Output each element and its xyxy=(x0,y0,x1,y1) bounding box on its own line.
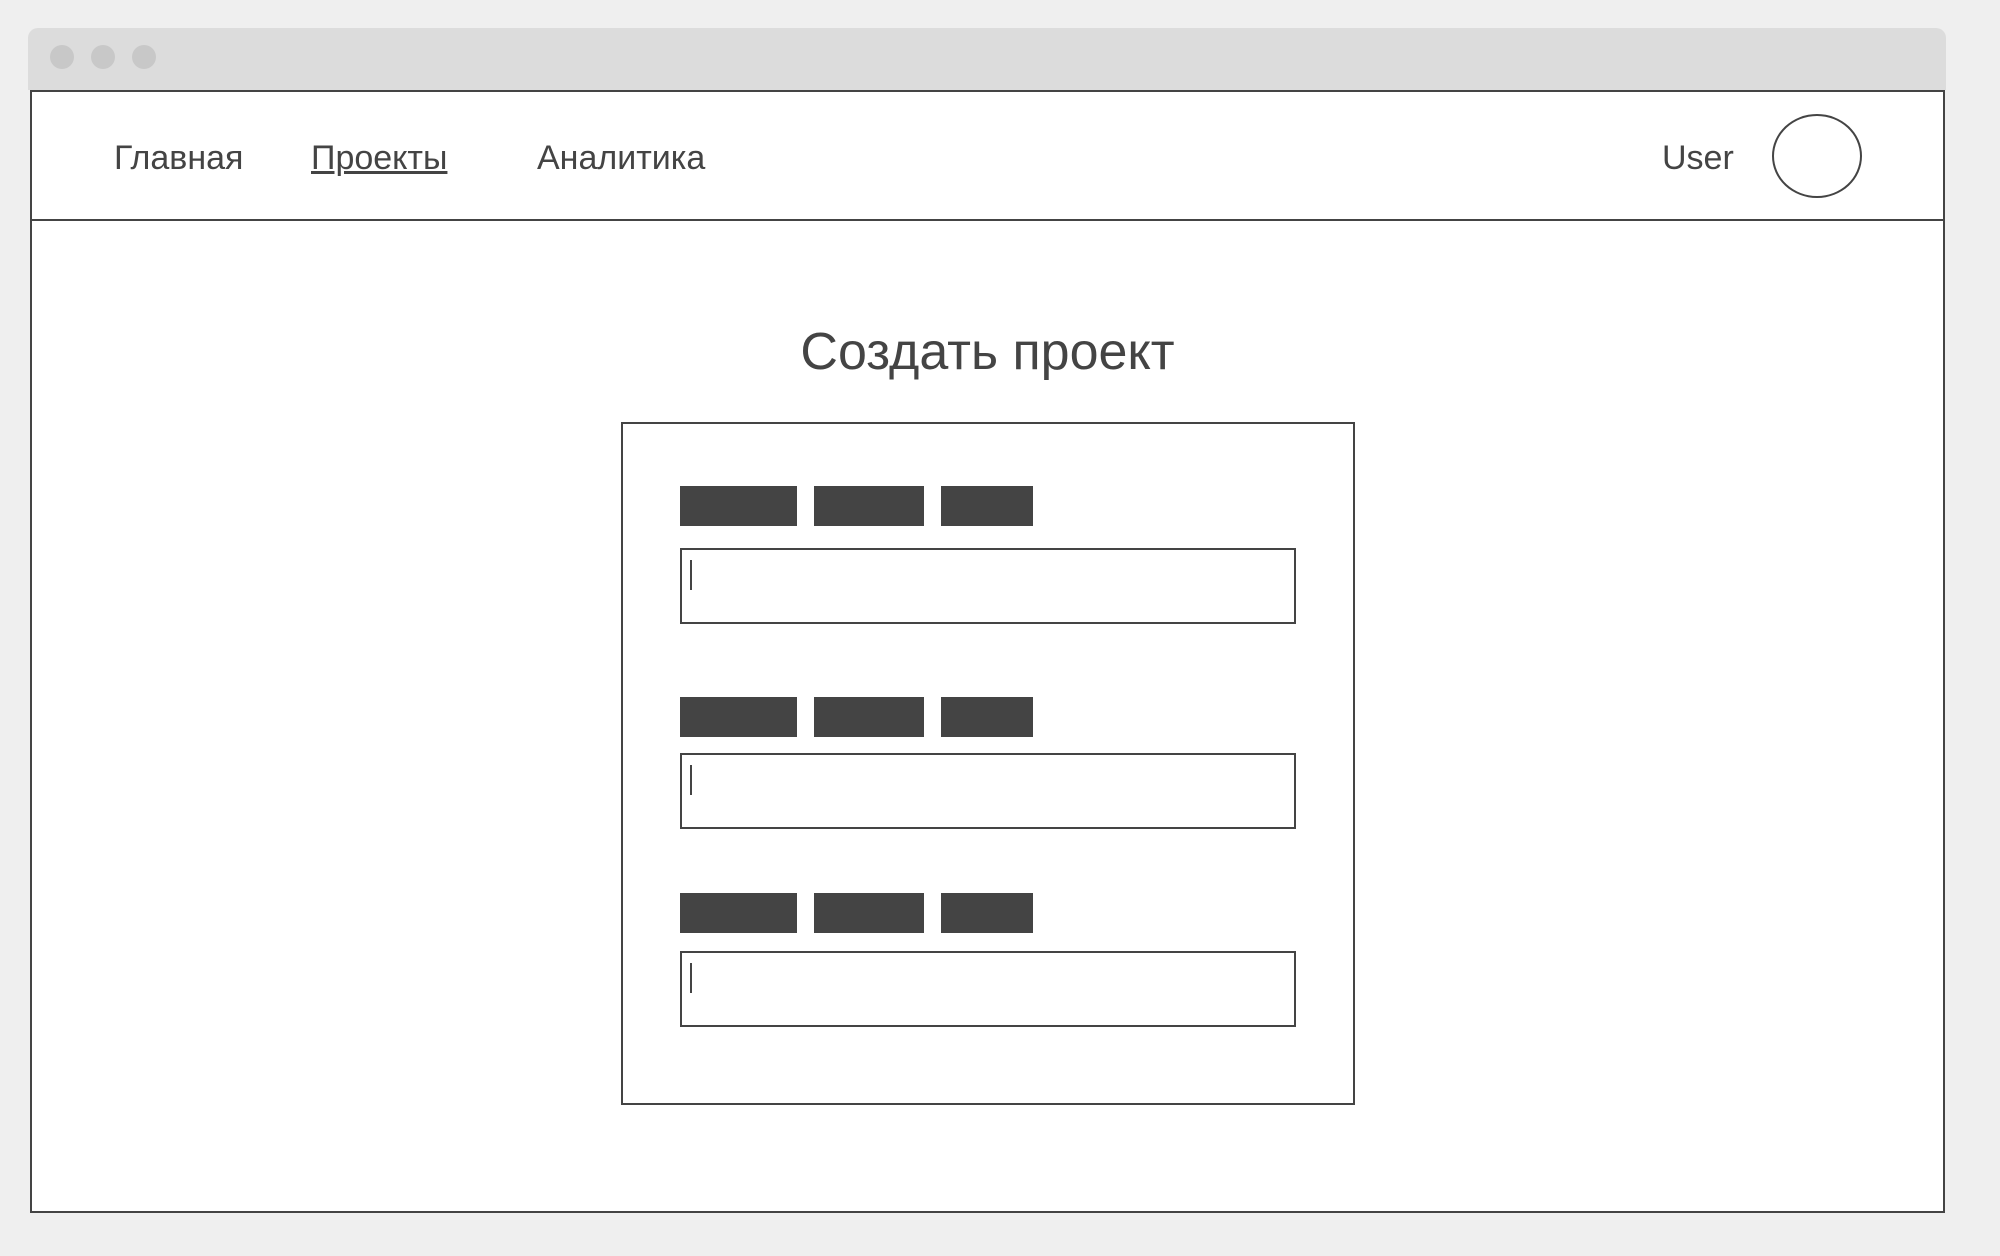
label-text-block xyxy=(814,893,924,933)
label-text-block xyxy=(941,697,1033,737)
label-text-block xyxy=(680,697,797,737)
text-caret xyxy=(690,963,692,993)
label-text-block xyxy=(814,486,924,526)
label-text-block xyxy=(941,486,1033,526)
label-text-block xyxy=(814,697,924,737)
window-minimize-dot-icon[interactable] xyxy=(91,45,115,69)
nav-link-projects[interactable]: Проекты xyxy=(311,138,447,178)
user-name: User xyxy=(1662,139,1734,177)
label-text-block xyxy=(680,893,797,933)
create-project-form xyxy=(621,422,1355,1105)
top-navbar: Главная Проекты Аналитика User xyxy=(32,92,1943,221)
label-text-block xyxy=(680,486,797,526)
window-close-dot-icon[interactable] xyxy=(50,45,74,69)
nav-link-analytics[interactable]: Аналитика xyxy=(537,138,705,178)
browser-window: Главная Проекты Аналитика User Создать п… xyxy=(28,28,1946,1213)
user-avatar-icon[interactable] xyxy=(1772,114,1862,198)
window-titlebar xyxy=(28,28,1946,90)
project-field-input-1[interactable] xyxy=(680,548,1296,624)
project-field-input-3[interactable] xyxy=(680,951,1296,1027)
nav-link-home[interactable]: Главная xyxy=(114,138,243,178)
page-title: Создать проект xyxy=(800,323,1175,381)
page-viewport: Главная Проекты Аналитика User Создать п… xyxy=(30,90,1945,1213)
label-text-block xyxy=(941,893,1033,933)
text-caret xyxy=(690,765,692,795)
window-maximize-dot-icon[interactable] xyxy=(132,45,156,69)
project-field-input-2[interactable] xyxy=(680,753,1296,829)
text-caret xyxy=(690,560,692,590)
